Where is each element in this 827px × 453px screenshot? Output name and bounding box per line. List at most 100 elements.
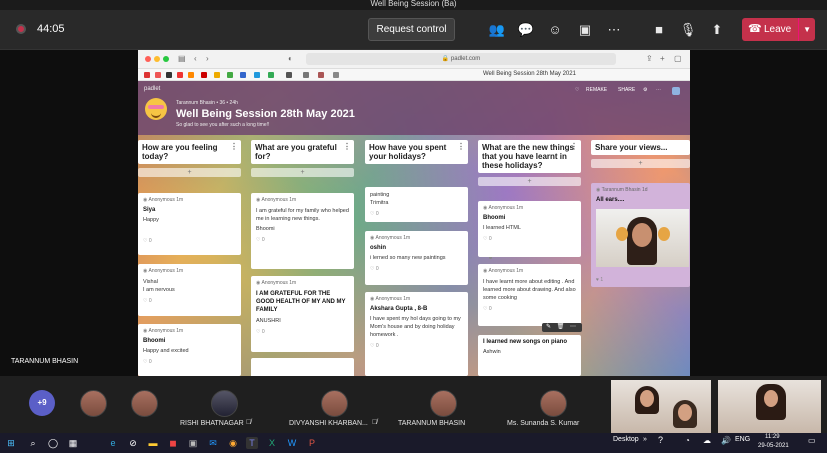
more-icon[interactable]: ⋮ <box>343 142 351 151</box>
gear-icon[interactable]: ⚙ <box>643 87 647 93</box>
chat-icon[interactable]: 💬 <box>517 21 535 39</box>
padlet-logo[interactable]: padlet <box>144 86 160 92</box>
pencil-icon[interactable]: ✎ <box>546 324 551 330</box>
post-card[interactable]: Anonymous 1m Akshara Gupta , 8-B I have … <box>365 292 468 376</box>
add-post-button[interactable]: + <box>251 168 354 177</box>
bookmark-icon[interactable] <box>333 72 339 78</box>
more-icon[interactable]: ⋮ <box>457 142 465 151</box>
bookmark-icon[interactable] <box>188 72 194 78</box>
desktop-label[interactable]: Desktop <box>613 436 639 443</box>
bookmark-icon[interactable] <box>240 72 246 78</box>
like-button[interactable]: ♥ 1 <box>596 277 603 283</box>
wifi-icon[interactable]: ◔ <box>685 436 690 445</box>
reactions-icon[interactable]: ☺ <box>546 21 564 39</box>
like-button[interactable]: ♡ 0 <box>483 236 576 242</box>
more-icon[interactable]: ⋯ <box>656 87 661 93</box>
avatar[interactable] <box>321 390 348 417</box>
mail-icon[interactable]: ✉ <box>207 437 219 449</box>
active-tab-title[interactable]: Well Being Session 28th May 2021 <box>483 71 576 77</box>
add-post-button[interactable]: + <box>138 168 241 177</box>
edge-icon[interactable]: e <box>107 437 119 449</box>
excel-icon[interactable]: X <box>266 437 278 449</box>
post-card[interactable]: I learned new songs on piano Ashwin <box>478 335 581 376</box>
heart-icon[interactable]: ♡ <box>575 87 579 93</box>
language-indicator[interactable]: ENG <box>735 436 750 443</box>
like-button[interactable]: ♡ 0 <box>370 343 463 349</box>
bookmark-icon[interactable] <box>254 72 260 78</box>
avatar[interactable] <box>430 390 457 417</box>
bookmark-icon[interactable] <box>155 72 161 78</box>
post-card[interactable]: Anonymous 1m I am grateful for my family… <box>251 193 354 269</box>
notifications-icon[interactable]: ▭ <box>808 436 816 445</box>
bookmark-icon[interactable] <box>303 72 309 78</box>
more-icon[interactable]: ⋯ <box>605 21 623 39</box>
post-card[interactable]: Anonymous 1m oshin i lerned so many new … <box>365 231 468 285</box>
clock-time[interactable]: 11:29 <box>765 434 780 440</box>
people-icon[interactable]: 👥 <box>488 21 506 39</box>
close-icon[interactable] <box>145 56 151 62</box>
post-card[interactable]: Anonymous 1m Siya Happy ♡ 0 <box>138 193 241 255</box>
request-control-button[interactable]: Request control <box>368 18 455 41</box>
bookmark-icon[interactable] <box>214 72 220 78</box>
maximize-icon[interactable] <box>163 56 169 62</box>
task-view-icon[interactable]: ◯ <box>47 437 59 449</box>
help-icon[interactable]: ? <box>658 435 663 445</box>
bookmark-icon[interactable] <box>268 72 274 78</box>
more-icon[interactable]: ⋯ <box>570 324 576 330</box>
like-button[interactable]: ♡ 0 <box>483 306 576 312</box>
avatar[interactable] <box>540 390 567 417</box>
new-tab-icon[interactable]: + <box>660 54 665 63</box>
file-explorer-icon[interactable]: ▬ <box>147 437 159 449</box>
search-icon[interactable]: ⌕ <box>27 437 39 449</box>
post-card[interactable]: Tarannum Bhasin 1d All ears.... ♥ 1 <box>591 183 690 287</box>
more-icon[interactable]: ⋮ <box>230 142 238 151</box>
self-video[interactable] <box>718 380 821 433</box>
trash-icon[interactable]: 🗑 <box>557 324 565 330</box>
bookmark-icon[interactable] <box>144 72 150 78</box>
like-button[interactable]: ♡ 0 <box>143 359 236 365</box>
avatar[interactable] <box>211 390 238 417</box>
shield-icon[interactable]: ◐ <box>288 54 293 63</box>
bookmark-icon[interactable] <box>177 72 183 78</box>
windows-start-icon[interactable]: ⊞ <box>5 437 17 449</box>
like-button[interactable]: ♡ 0 <box>256 237 349 243</box>
camera-icon[interactable]: ■ <box>650 21 668 39</box>
add-post-button[interactable]: + <box>591 159 690 168</box>
like-button[interactable]: ♡ 0 <box>370 211 463 217</box>
post-card[interactable] <box>251 358 354 376</box>
share-button[interactable]: SHARE <box>618 87 635 93</box>
teams-icon[interactable]: T <box>246 437 258 449</box>
avatar[interactable] <box>672 87 680 95</box>
chrome-icon[interactable]: ◉ <box>227 437 239 449</box>
share-icon[interactable]: ⬆ <box>708 21 726 39</box>
lock-icon[interactable]: ⊘ <box>127 437 139 449</box>
post-card[interactable]: Anonymous 1m Bhoomi Happy and excited ♡ … <box>138 324 241 376</box>
more-icon[interactable]: ⋮ <box>570 142 578 151</box>
participant-video[interactable] <box>611 380 711 433</box>
post-card[interactable]: painting Trimitra ♡ 0 <box>365 187 468 222</box>
post-card[interactable]: Anonymous 1m I have learnt more about ed… <box>478 264 581 326</box>
sidebar-icon[interactable]: ▤ <box>178 54 186 63</box>
chevron-icon[interactable]: » <box>643 436 647 443</box>
tabs-icon[interactable]: ▢ <box>674 54 682 63</box>
chevron-down-icon[interactable]: ▼ <box>798 18 811 41</box>
more-participants-button[interactable]: +9 <box>29 390 55 416</box>
office-icon[interactable]: ◼ <box>167 437 179 449</box>
avatar[interactable] <box>131 390 158 417</box>
share-page-icon[interactable]: ⇪ <box>646 54 653 63</box>
widgets-icon[interactable]: ▦ <box>67 437 79 449</box>
leave-button[interactable]: ☎ Leave ▼ <box>742 18 815 41</box>
speaker-icon[interactable]: 🔊 <box>721 436 731 445</box>
bookmark-icon[interactable] <box>318 72 324 78</box>
word-icon[interactable]: W <box>286 437 298 449</box>
powerpoint-icon[interactable]: P <box>306 437 318 449</box>
post-image[interactable] <box>596 209 689 267</box>
post-card[interactable]: Anonymous 1m Bhoomi I learned HTML ♡ 0 <box>478 201 581 257</box>
add-post-button[interactable]: + <box>478 177 581 186</box>
like-button[interactable]: ♡ 0 <box>370 266 463 272</box>
cloud-icon[interactable]: ☁ <box>703 436 711 445</box>
bookmark-icon[interactable] <box>166 72 172 78</box>
like-button[interactable]: ♡ 0 <box>143 298 236 304</box>
rooms-icon[interactable]: ▣ <box>576 21 594 39</box>
url-bar[interactable]: 🔒 padlet.com <box>306 53 616 65</box>
